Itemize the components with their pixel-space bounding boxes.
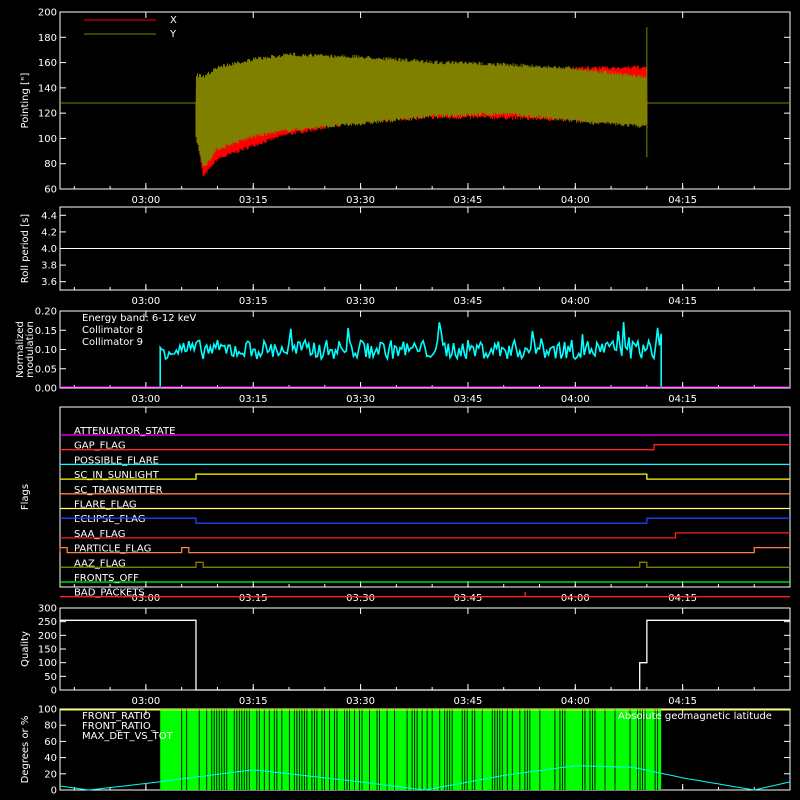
x-tick-label: 03:15	[239, 696, 268, 707]
x-tick-label: 03:00	[131, 394, 160, 405]
y-tick-label: 160	[38, 58, 57, 69]
x-tick-label: 03:15	[239, 195, 268, 206]
y-tick-label: 100	[38, 658, 57, 669]
y-axis-label: Roll period [s]	[20, 214, 31, 283]
legend-label: MAX_DET_VS_TOT	[82, 731, 174, 742]
x-tick-label: 03:45	[454, 696, 483, 707]
y-tick-label: 0.20	[35, 307, 57, 318]
y-tick-label: 60	[44, 185, 57, 196]
flag-line	[60, 473, 790, 480]
x-tick-label: 04:00	[561, 195, 590, 206]
legend-label: Y	[169, 29, 177, 40]
y-axis-label: modulation	[25, 321, 36, 378]
y-tick-label: 60	[44, 737, 57, 748]
x-tick-label: 04:15	[668, 394, 697, 405]
y-tick-label: 200	[38, 631, 57, 642]
y-tick-label: 300	[38, 604, 57, 615]
y-tick-label: 0.05	[35, 364, 57, 375]
y-tick-label: 4.2	[41, 227, 57, 238]
y-tick-label: 180	[38, 33, 57, 44]
panel-flags: 03:00 03:15 03:30 03:45 04:00 04:15FlagsATTEN…	[20, 406, 791, 604]
x-tick-label: 04:00	[561, 296, 590, 307]
x-tick-label: 03:45	[454, 593, 483, 604]
y-axis-label: Flags	[20, 484, 31, 510]
legend-label: Collimator 8	[82, 325, 143, 336]
collimator-8-line	[159, 321, 662, 389]
y-tick-label: 0.15	[35, 326, 57, 337]
y-tick-label: 50	[44, 672, 57, 683]
y-tick-label: 200	[38, 8, 57, 19]
chart-canvas: 03:00 03:15 03:30 03:45 04:00 04:15 60 80 100 120…	[15, 8, 791, 797]
y-tick-label: 3.6	[41, 277, 57, 288]
y-tick-label: 0	[51, 786, 57, 797]
y-tick-label: 80	[44, 159, 57, 170]
x-tick-label: 04:00	[561, 593, 590, 604]
x-tick-label: 03:00	[131, 296, 160, 307]
x-tick-label: 03:30	[346, 296, 375, 307]
y-tick-label: 250	[38, 617, 57, 628]
y-tick-label: 4.4	[41, 211, 57, 222]
x-tick-label: 03:30	[346, 696, 375, 707]
x-tick-label: 04:15	[668, 195, 697, 206]
x-tick-label: 03:15	[239, 296, 268, 307]
x-tick-label: 03:45	[454, 394, 483, 405]
y-tick-label: 100	[38, 705, 57, 716]
legend-label: Absolute geomagnetic latitude	[618, 711, 772, 722]
y-axis-label: Degrees or %	[20, 716, 31, 784]
y-tick-label: 20	[44, 769, 57, 780]
y-tick-label: 100	[38, 134, 57, 145]
x-tick-label: 03:30	[346, 394, 375, 405]
x-tick-label: 03:30	[346, 593, 375, 604]
legend-label: Collimator 9	[82, 337, 143, 348]
panel-pointing: 03:00 03:15 03:30 03:45 04:00 04:15 60 80 100 120…	[20, 8, 791, 206]
front-ratio-area	[160, 709, 662, 790]
flag-line	[59, 546, 790, 554]
series-line-y	[60, 52, 790, 167]
x-tick-label: 04:00	[561, 394, 590, 405]
panel-ratios: 020406080100Degrees or % FRONT_RATIOFRONT…	[20, 705, 791, 797]
y-tick-label: 0.10	[35, 345, 57, 356]
panel-quality: 03:00 03:15 03:30 03:45 04:00 04:15 0 50 100 150 2…	[20, 604, 791, 707]
y-tick-label: 40	[44, 753, 57, 764]
quality-line	[60, 619, 790, 691]
y-tick-label: 80	[44, 721, 57, 732]
x-tick-label: 04:15	[668, 296, 697, 307]
flag-line	[60, 444, 790, 451]
y-axis-label: Quality	[20, 631, 31, 667]
flag-label: ECLIPSE_FLAG	[74, 514, 145, 525]
legend-label: X	[170, 15, 177, 26]
x-tick-label: 03:45	[454, 195, 483, 206]
flag-line	[60, 532, 790, 539]
y-tick-label: 0.00	[35, 384, 57, 395]
y-tick-label: 3.8	[41, 261, 57, 272]
x-tick-label: 03:30	[346, 195, 375, 206]
y-tick-label: 0	[51, 686, 57, 697]
x-tick-label: 03:45	[454, 296, 483, 307]
x-tick-label: 04:00	[561, 696, 590, 707]
y-tick-label: 150	[38, 645, 57, 656]
x-tick-label: 04:15	[668, 593, 697, 604]
y-axis-label: Pointing ["]	[20, 72, 31, 128]
y-tick-label: 4.0	[41, 244, 57, 255]
annotation-energy-band: Energy band: 6-12 keV	[82, 313, 196, 324]
y-tick-label: 140	[38, 83, 57, 94]
x-tick-label: 03:15	[239, 394, 268, 405]
x-tick-label: 03:00	[131, 195, 160, 206]
y-tick-label: 120	[38, 109, 57, 120]
x-tick-label: 04:15	[668, 696, 697, 707]
x-tick-label: 03:00	[131, 696, 160, 707]
flag-line	[60, 517, 790, 524]
flag-line	[60, 561, 790, 568]
panel-modulation: 03:00 03:15 03:30 03:45 04:00 04:15 0.00 0.05 0.…	[15, 307, 791, 405]
panel-roll-period: 03:00 03:15 03:30 03:45 04:00 04:15 3.6 3.8 4.0 4…	[20, 206, 791, 307]
x-tick-label: 03:15	[239, 593, 268, 604]
